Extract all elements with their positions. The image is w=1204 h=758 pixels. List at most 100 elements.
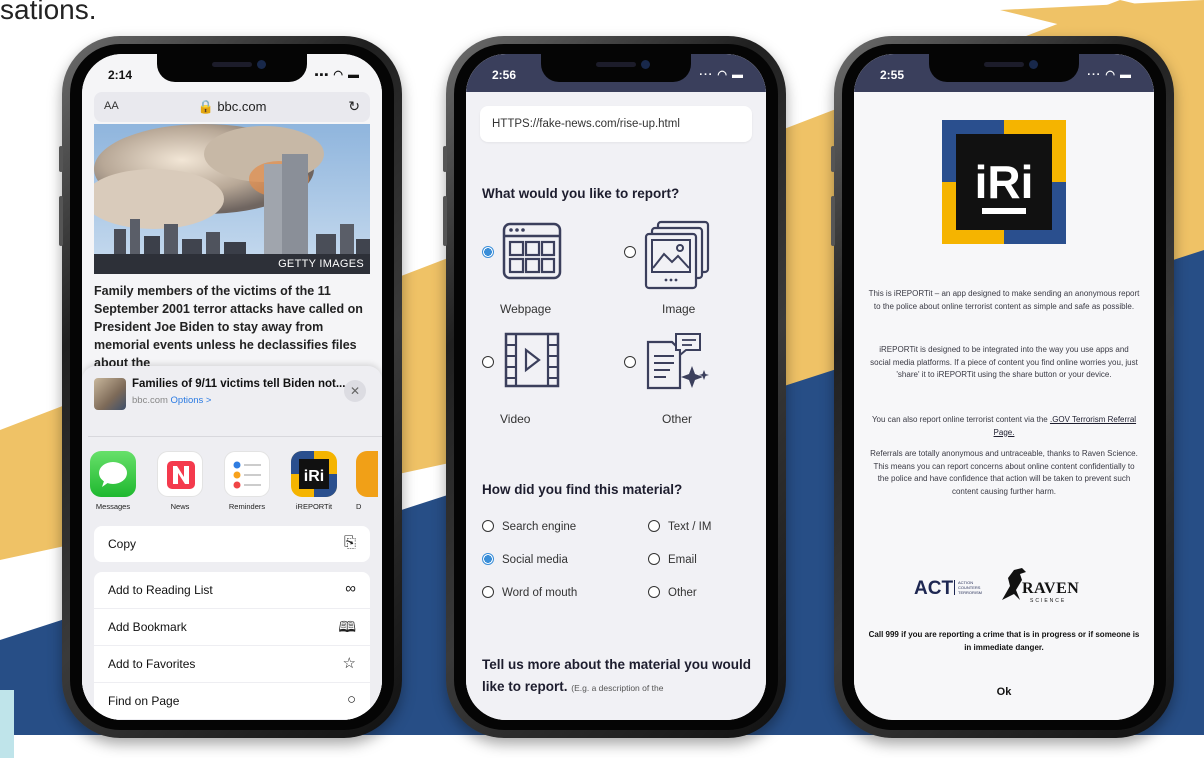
source-social-media[interactable]: Social media	[482, 553, 568, 566]
action-label: Find on Page	[108, 694, 180, 708]
copy-icon: ⎘	[343, 534, 356, 551]
radio[interactable]	[648, 586, 660, 598]
phone-about: 2:55 ··· ◠ ▬ iRi This is iREPORTit – an …	[831, 36, 1174, 738]
question-details-hint: (E.g. a description of the	[571, 683, 664, 693]
video-icon	[504, 332, 560, 388]
action-copy[interactable]: Copy ⎘	[94, 526, 370, 562]
raven-sub: SCIENCE	[1030, 598, 1067, 604]
phone-report-form: 2:56 ··· ◠ ▬ HTTPS://fake-news.com/rise-…	[443, 36, 786, 738]
phone-screen: 2:55 ··· ◠ ▬ iRi This is iREPORTit – an …	[854, 54, 1154, 720]
action-label: Copy	[108, 537, 137, 551]
app-partial-icon	[356, 451, 378, 497]
app-messages[interactable]: Messages	[88, 451, 138, 511]
act-logo: ACT	[914, 578, 954, 599]
radio-image[interactable]	[624, 246, 636, 258]
logo-text: iRi	[975, 156, 1034, 208]
question-details: Tell us more about the material you woul…	[482, 654, 752, 699]
option-label: Webpage	[500, 302, 552, 316]
reminders-icon	[224, 451, 270, 497]
phone-notch	[929, 54, 1079, 82]
image-icon	[644, 220, 710, 290]
about-paragraph-3-text: You can also report online terrorist con…	[871, 415, 1050, 424]
action-add-bookmark[interactable]: Add Bookmark 🕮	[94, 609, 370, 645]
source-word-of-mouth[interactable]: Word of mouth	[482, 586, 577, 599]
top-caption: sations.	[0, 0, 97, 25]
action-label: Add Bookmark	[108, 620, 187, 634]
phone-button	[443, 146, 447, 172]
source-label: Search engine	[502, 521, 577, 533]
search-icon: ○	[346, 691, 356, 708]
act-logo-subtext: ACTION COUNTERS TERRORISM	[954, 580, 982, 595]
ireportit-logo: iRi	[942, 120, 1066, 244]
radio[interactable]	[482, 553, 494, 565]
option-image[interactable]: Image	[624, 220, 744, 330]
article-photo: GETTY IMAGES	[94, 124, 370, 274]
phone-button	[831, 146, 835, 172]
signal-wifi-battery-icon: ▪▪▪ ◠ ▬	[314, 69, 360, 81]
share-options-link[interactable]: Options >	[171, 395, 212, 406]
webpage-icon	[502, 222, 562, 280]
share-header: Families of 9/11 victims tell Biden not.…	[94, 374, 370, 422]
url-domain: bbc.com	[217, 99, 267, 114]
phone-screen: 2:56 ··· ◠ ▬ HTTPS://fake-news.com/rise-…	[466, 54, 766, 720]
source-label: Email	[668, 554, 697, 566]
ok-button[interactable]: Ok	[854, 686, 1154, 698]
address-bar[interactable]: AA 🔒 bbc.com ↻	[94, 92, 370, 122]
phone-button	[59, 146, 63, 172]
app-news[interactable]: News	[155, 451, 205, 511]
share-thumbnail	[94, 378, 126, 410]
share-title: Families of 9/11 victims tell Biden not.…	[132, 378, 346, 390]
source-label: Text / IM	[668, 521, 712, 533]
share-sheet: Families of 9/11 victims tell Biden not.…	[82, 366, 382, 720]
action-label: Add to Favorites	[108, 657, 196, 671]
signal-wifi-battery-icon: ··· ◠ ▬	[699, 69, 744, 81]
radio[interactable]	[482, 586, 494, 598]
source-email[interactable]: Email	[648, 553, 697, 566]
radio[interactable]	[482, 520, 494, 532]
option-other-type[interactable]: Other	[624, 330, 744, 440]
share-subtitle: bbc.com Options >	[132, 395, 211, 406]
news-icon	[157, 451, 203, 497]
radio-video[interactable]	[482, 356, 494, 368]
act-sub-line: TERRORISM	[958, 590, 982, 595]
radio-other-type[interactable]	[624, 356, 636, 368]
option-label: Video	[500, 412, 531, 426]
radio-webpage[interactable]	[482, 246, 494, 258]
book-icon: 🕮	[338, 619, 356, 636]
phone-notch	[157, 54, 307, 82]
photo-credit: GETTY IMAGES	[278, 258, 364, 270]
share-actions: Copy ⎘ Add to Reading List ∞ Add Bookmar…	[94, 526, 370, 720]
radio[interactable]	[648, 520, 660, 532]
radio[interactable]	[648, 553, 660, 565]
share-app-row: Messages News Reminders iRi iREPORTit D	[88, 436, 382, 516]
app-label: iREPORTit	[295, 502, 333, 511]
app-label: Reminders	[228, 502, 266, 511]
action-add-favorites[interactable]: Add to Favorites ☆	[94, 646, 370, 682]
phone-safari-share: 2:14 ▪▪▪ ◠ ▬ AA 🔒 bbc.com ↻ GETTY IMAGES…	[59, 36, 402, 738]
signal-wifi-battery-icon: ··· ◠ ▬	[1087, 69, 1132, 81]
app-partial[interactable]: D	[356, 451, 378, 511]
glasses-icon: ∞	[345, 580, 356, 597]
url-field[interactable]: HTTPS://fake-news.com/rise-up.html	[480, 106, 752, 142]
close-icon[interactable]: ✕	[344, 380, 366, 402]
source-other[interactable]: Other	[648, 586, 697, 599]
option-webpage[interactable]: Webpage	[482, 220, 602, 330]
source-label: Word of mouth	[502, 587, 578, 599]
phone-notch	[541, 54, 691, 82]
action-label: Add to Reading List	[108, 583, 213, 597]
action-find-on-page[interactable]: Find on Page ○	[94, 683, 370, 719]
app-reminders[interactable]: Reminders	[222, 451, 272, 511]
share-source: bbc.com	[132, 395, 168, 406]
source-search-engine[interactable]: Search engine	[482, 520, 576, 533]
other-document-icon	[646, 333, 709, 390]
action-add-reading-list[interactable]: Add to Reading List ∞	[94, 572, 370, 608]
ireportit-icon: iRi	[291, 451, 337, 497]
phone-button	[443, 196, 447, 246]
app-ireportit[interactable]: iRi iREPORTit	[289, 451, 339, 511]
reload-icon[interactable]: ↻	[348, 98, 360, 115]
source-text-im[interactable]: Text / IM	[648, 520, 711, 533]
about-paragraph-1: This is iREPORTit – an app designed to m…	[868, 289, 1140, 311]
option-label: Other	[662, 412, 693, 426]
phone-screen: 2:14 ▪▪▪ ◠ ▬ AA 🔒 bbc.com ↻ GETTY IMAGES…	[82, 54, 382, 720]
option-video[interactable]: Video	[482, 330, 602, 440]
